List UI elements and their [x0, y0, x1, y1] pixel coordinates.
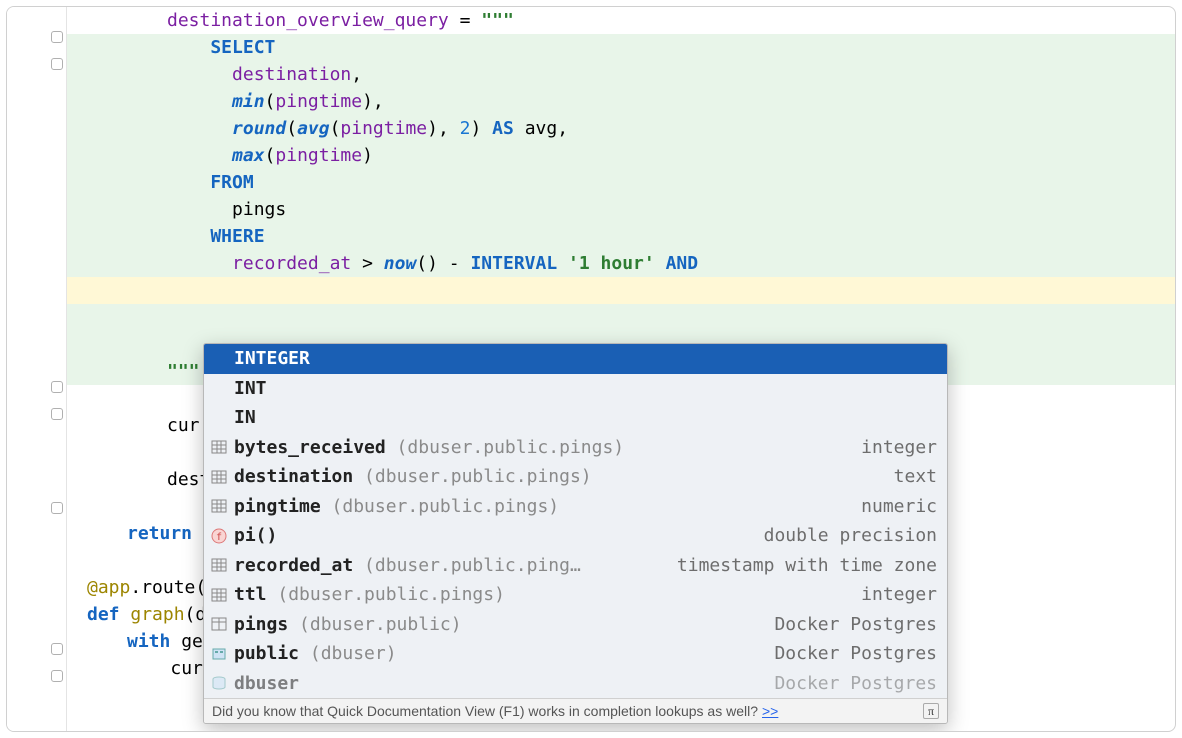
none-icon — [210, 409, 228, 427]
completion-item-label: pings (dbuser.public) — [234, 614, 462, 635]
completion-item-label: destination (dbuser.public.pings) — [234, 466, 592, 487]
completion-item[interactable]: pingtime (dbuser.public.pings) numeric — [204, 492, 947, 522]
fold-marker[interactable] — [51, 643, 63, 655]
completion-hint-text: Did you know that Quick Documentation Vi… — [212, 703, 758, 719]
code-line[interactable] — [67, 304, 1175, 331]
code-line[interactable]: WHERE — [67, 223, 1175, 250]
editor-frame: destination_overview_query = """ SELECT … — [6, 6, 1176, 732]
completion-item[interactable]: INTEGER — [204, 344, 947, 374]
schema-icon — [210, 645, 228, 663]
completion-item[interactable]: bytes_received (dbuser.public.pings) inte… — [204, 433, 947, 463]
completion-item[interactable]: dbuser Docker Postgres — [204, 669, 947, 699]
completion-item-type: timestamp with time zone — [677, 555, 937, 576]
completion-list: INTEGER INT IN bytes_received (dbuser.publi… — [204, 344, 947, 698]
code-line[interactable]: pings — [67, 196, 1175, 223]
completion-item[interactable]: f pi() double precision — [204, 521, 947, 551]
completion-item-label: ttl (dbuser.public.pings) — [234, 584, 505, 605]
completion-item[interactable]: INT — [204, 374, 947, 404]
fold-marker[interactable] — [51, 58, 63, 70]
function-icon: f — [210, 527, 228, 545]
completion-item-type: Docker Postgres — [774, 614, 937, 635]
completion-item-detail: (dbuser.public.pings) — [386, 437, 624, 458]
fold-marker[interactable] — [51, 31, 63, 43]
table-icon — [210, 615, 228, 633]
code-line-caret[interactable] — [67, 277, 1175, 304]
column-icon — [210, 586, 228, 604]
completion-item-type: double precision — [764, 525, 937, 546]
fold-marker[interactable] — [51, 502, 63, 514]
completion-hint-link[interactable]: >> — [762, 703, 778, 719]
database-icon — [210, 674, 228, 692]
code-line[interactable]: min(pingtime), — [67, 88, 1175, 115]
none-icon — [210, 350, 228, 368]
completion-item-label: INTEGER — [234, 348, 310, 369]
completion-item-label: pi() — [234, 525, 277, 546]
completion-item-type: text — [894, 466, 937, 487]
completion-item-type: numeric — [861, 496, 937, 517]
code-line[interactable]: destination, — [67, 61, 1175, 88]
completion-item-detail: (dbuser.public.pings) — [353, 466, 591, 487]
completion-popup[interactable]: INTEGER INT IN bytes_received (dbuser.publi… — [203, 343, 948, 724]
column-icon — [210, 438, 228, 456]
completion-item-detail: (dbuser) — [299, 643, 397, 664]
completion-item-label: dbuser — [234, 673, 299, 694]
completion-item-type: integer — [861, 584, 937, 605]
gutter — [7, 7, 67, 731]
completion-item-label: public (dbuser) — [234, 643, 397, 664]
code-line[interactable]: recorded_at > now() - INTERVAL '1 hour' … — [67, 250, 1175, 277]
completion-item-detail: (dbuser.public.ping… — [353, 555, 581, 576]
code-line[interactable]: destination_overview_query = """ — [67, 7, 1175, 34]
completion-item-detail: (dbuser.public.pings) — [321, 496, 559, 517]
completion-item[interactable]: IN — [204, 403, 947, 433]
code-line[interactable]: SELECT — [67, 34, 1175, 61]
completion-hint: Did you know that Quick Documentation Vi… — [204, 698, 947, 723]
none-icon — [210, 379, 228, 397]
completion-item[interactable]: recorded_at (dbuser.public.ping… timestam… — [204, 551, 947, 581]
completion-item-type: Docker Postgres — [774, 673, 937, 694]
completion-item-label: recorded_at (dbuser.public.ping… — [234, 555, 581, 576]
completion-item-label: bytes_received (dbuser.public.pings) — [234, 437, 624, 458]
code-line[interactable]: FROM — [67, 169, 1175, 196]
completion-item-type: integer — [861, 437, 937, 458]
completion-item[interactable]: pings (dbuser.public) Docker Postgres — [204, 610, 947, 640]
fold-marker[interactable] — [51, 381, 63, 393]
completion-item-label: pingtime (dbuser.public.pings) — [234, 496, 559, 517]
completion-item-label: INT — [234, 378, 267, 399]
completion-item[interactable]: destination (dbuser.public.pings) text — [204, 462, 947, 492]
code-line[interactable]: round(avg(pingtime), 2) AS avg, — [67, 115, 1175, 142]
pi-icon[interactable]: π — [923, 703, 939, 719]
completion-item-type: Docker Postgres — [774, 643, 937, 664]
completion-item[interactable]: public (dbuser) Docker Postgres — [204, 639, 947, 669]
code-line[interactable]: max(pingtime) — [67, 142, 1175, 169]
completion-item-detail: (dbuser.public.pings) — [267, 584, 505, 605]
column-icon — [210, 556, 228, 574]
svg-text:f: f — [216, 532, 222, 543]
completion-item-label: IN — [234, 407, 256, 428]
completion-item-detail: (dbuser.public) — [288, 614, 461, 635]
completion-item[interactable]: ttl (dbuser.public.pings) integer — [204, 580, 947, 610]
fold-marker[interactable] — [51, 670, 63, 682]
column-icon — [210, 497, 228, 515]
column-icon — [210, 468, 228, 486]
fold-marker[interactable] — [51, 408, 63, 420]
